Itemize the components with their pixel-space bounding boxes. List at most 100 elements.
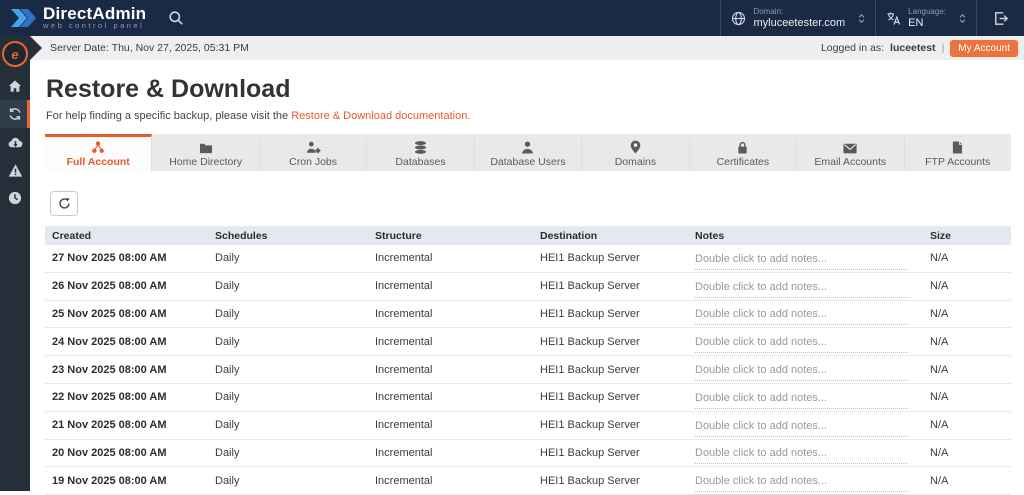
tab-domains[interactable]: Domains: [582, 134, 690, 171]
page-title: Restore & Download: [46, 75, 291, 103]
cell-size: N/A: [930, 280, 949, 293]
cell-created: 23 Nov 2025 08:00 AM: [52, 363, 167, 376]
chevron-updown-icon: [959, 13, 966, 23]
brand-name: DirectAdmin: [43, 4, 147, 23]
sync-icon: [9, 108, 21, 120]
sidebar-item-home[interactable]: [0, 72, 30, 100]
notes-editable-field[interactable]: Double click to add notes...: [695, 253, 908, 270]
brand-tagline: web control panel: [43, 21, 145, 30]
location-pin-icon: [630, 140, 641, 154]
sitemap-icon: [91, 140, 105, 154]
cell-destination: HEI1 Backup Server: [540, 363, 640, 376]
cell-destination: HEI1 Backup Server: [540, 280, 640, 293]
cell-created: 20 Nov 2025 08:00 AM: [52, 446, 167, 459]
cell-notes: Double click to add notes...: [688, 275, 923, 298]
search-icon[interactable]: [168, 10, 184, 26]
language-value: EN: [908, 17, 924, 29]
cell-schedules: Daily: [215, 307, 240, 320]
logout-icon[interactable]: [976, 0, 1024, 36]
column-header-destination[interactable]: Destination: [533, 230, 688, 242]
refresh-button[interactable]: [50, 191, 78, 216]
cell-created: 21 Nov 2025 08:00 AM: [52, 419, 167, 432]
cell-size: N/A: [930, 446, 949, 459]
cell-structure: Incremental: [375, 335, 433, 348]
column-header-schedules[interactable]: Schedules: [208, 230, 368, 242]
tab-certificates[interactable]: Certificates: [689, 134, 798, 171]
table-row[interactable]: 25 Nov 2025 08:00 AM Daily Incremental H…: [45, 301, 1011, 329]
separator: |: [941, 42, 945, 54]
user-avatar[interactable]: e: [2, 41, 28, 67]
cell-size: N/A: [930, 391, 949, 404]
cell-notes: Double click to add notes...: [688, 414, 923, 437]
table-row[interactable]: 24 Nov 2025 08:00 AM Daily Incremental H…: [45, 328, 1011, 357]
cell-structure: Incremental: [375, 252, 433, 265]
user-icon: [521, 140, 534, 154]
notes-editable-field[interactable]: Double click to add notes...: [695, 420, 908, 437]
table-row[interactable]: 26 Nov 2025 08:00 AM Daily Incremental H…: [45, 273, 1011, 301]
file-icon: [952, 141, 963, 154]
notes-editable-field[interactable]: Double click to add notes...: [695, 392, 908, 409]
notes-editable-field[interactable]: Double click to add notes...: [695, 281, 908, 298]
tab-home-directory[interactable]: Home Directory: [152, 134, 260, 171]
logged-in-username: luceetest: [890, 42, 936, 54]
tab-full-account[interactable]: Full Account: [45, 134, 153, 171]
domain-label: Domain:: [753, 7, 784, 16]
cell-destination: HEI1 Backup Server: [540, 252, 640, 265]
notes-editable-field[interactable]: Double click to add notes...: [695, 308, 908, 326]
logged-in-label: Logged in as:: [820, 42, 885, 54]
cell-structure: Incremental: [375, 363, 433, 376]
column-header-notes[interactable]: Notes: [688, 230, 923, 242]
cell-destination: HEI1 Backup Server: [540, 335, 640, 348]
cell-size: N/A: [930, 307, 949, 320]
table-row[interactable]: 23 Nov 2025 08:00 AM Daily Incremental H…: [45, 356, 1011, 384]
notes-editable-field[interactable]: Double click to add notes...: [695, 364, 908, 382]
cell-schedules: Daily: [215, 335, 240, 348]
home-icon: [8, 80, 22, 92]
table-header: Created Schedules Structure Destination …: [45, 226, 1011, 245]
sidebar-item-backups[interactable]: [0, 128, 30, 156]
column-header-created[interactable]: Created: [45, 230, 208, 242]
my-account-button[interactable]: My Account: [950, 39, 1018, 57]
tab-cron-jobs[interactable]: Cron Jobs: [259, 134, 368, 171]
cell-created: 24 Nov 2025 08:00 AM: [52, 335, 167, 348]
cell-size: N/A: [930, 252, 949, 265]
cell-created: 25 Nov 2025 08:00 AM: [52, 307, 167, 320]
status-bar: Server Date: Thu, Nov 27, 2025, 05:31 PM…: [30, 36, 1024, 60]
documentation-link[interactable]: Restore & Download documentation.: [291, 110, 470, 122]
sidebar-item-alerts[interactable]: [0, 156, 30, 184]
table-row[interactable]: 27 Nov 2025 08:00 AM Daily Incremental H…: [45, 245, 1011, 273]
backup-type-tabs: Full Account Home Directory Cron Jobs Da…: [45, 134, 1011, 171]
cell-notes: Double click to add notes...: [688, 386, 923, 409]
warning-icon: [8, 163, 22, 177]
table-row[interactable]: 20 Nov 2025 08:00 AM Daily Incremental H…: [45, 440, 1011, 468]
refresh-icon: [58, 197, 70, 209]
translate-icon: [887, 11, 901, 25]
tab-database-users[interactable]: Database Users: [474, 134, 583, 171]
table-row[interactable]: 22 Nov 2025 08:00 AM Daily Incremental H…: [45, 384, 1011, 412]
avatar-glyph: e: [11, 46, 19, 62]
table-row[interactable]: 21 Nov 2025 08:00 AM Daily Incremental H…: [45, 412, 1011, 440]
column-header-size[interactable]: Size: [923, 230, 1011, 242]
sidebar: e: [0, 36, 30, 491]
notes-editable-field[interactable]: Double click to add notes...: [695, 447, 908, 465]
cell-notes: Double click to add notes...: [688, 302, 923, 326]
envelope-icon: [843, 141, 857, 154]
sidebar-item-history[interactable]: [0, 184, 30, 212]
language-selector[interactable]: Language: EN: [875, 0, 976, 36]
cell-size: N/A: [930, 474, 949, 487]
tab-databases[interactable]: Databases: [367, 134, 475, 171]
cell-created: 27 Nov 2025 08:00 AM: [52, 252, 167, 265]
tab-ftp-accounts[interactable]: FTP Accounts: [904, 134, 1011, 171]
sidebar-item-restore[interactable]: [0, 100, 30, 128]
user-gear-icon: [306, 141, 321, 154]
notes-editable-field[interactable]: Double click to add notes...: [695, 336, 908, 354]
cell-schedules: Daily: [215, 280, 240, 293]
domain-selector[interactable]: Domain: myluceetester.com: [720, 0, 875, 36]
column-header-structure[interactable]: Structure: [368, 230, 533, 242]
cell-size: N/A: [930, 419, 949, 432]
cell-structure: Incremental: [375, 391, 433, 404]
directadmin-logo[interactable]: DirectAdmin web control panel: [0, 4, 147, 30]
tab-email-accounts[interactable]: Email Accounts: [797, 134, 905, 171]
notes-editable-field[interactable]: Double click to add notes...: [695, 475, 908, 493]
cell-structure: Incremental: [375, 446, 433, 459]
